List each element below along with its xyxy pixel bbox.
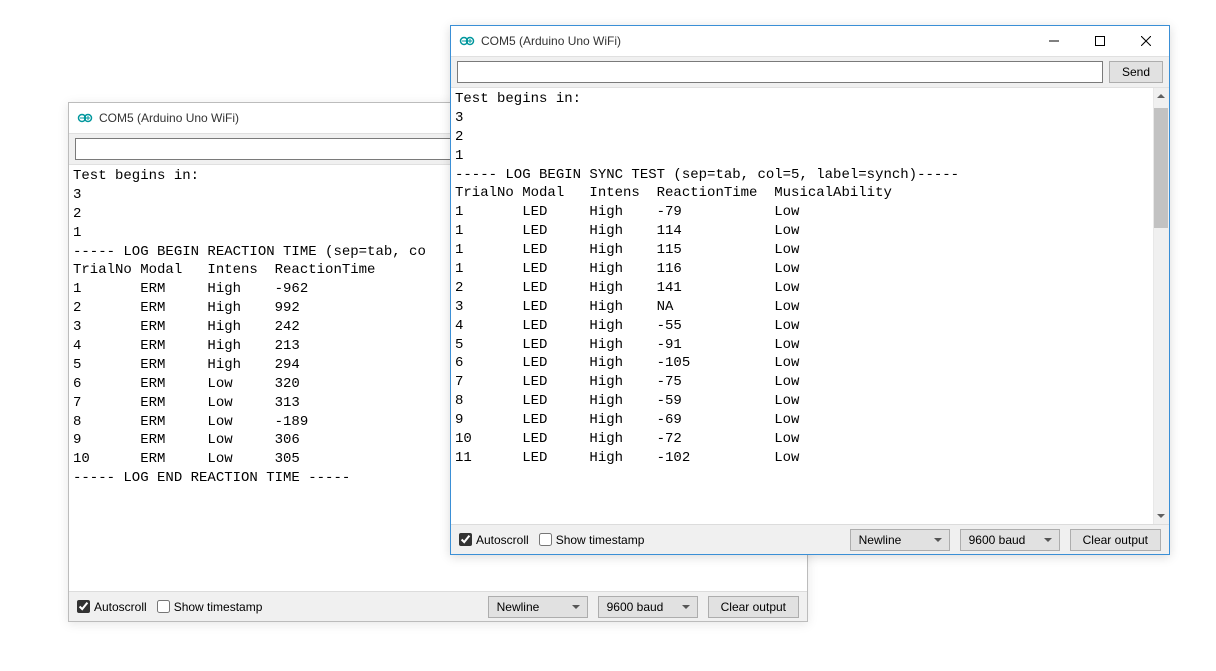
serial-input[interactable] — [457, 61, 1103, 83]
window-title: COM5 (Arduino Uno WiFi) — [99, 111, 239, 125]
serial-console[interactable]: Test begins in: 3 2 1 ----- LOG BEGIN SY… — [451, 88, 1169, 524]
autoscroll-label: Autoscroll — [476, 533, 529, 547]
clear-output-label: Clear output — [721, 600, 786, 614]
send-label: Send — [1122, 65, 1150, 79]
maximize-icon — [1095, 36, 1105, 46]
scrollbar-thumb[interactable] — [1154, 108, 1168, 228]
arduino-icon — [459, 33, 475, 49]
scroll-up-icon[interactable] — [1153, 88, 1169, 104]
timestamp-label: Show timestamp — [556, 533, 645, 547]
minimize-button[interactable] — [1031, 26, 1077, 56]
send-button[interactable]: Send — [1109, 61, 1163, 83]
baud-value: 9600 baud — [969, 533, 1026, 547]
serial-monitor-window-front: COM5 (Arduino Uno WiFi) Send Test begins… — [450, 25, 1170, 555]
bottom-bar: Autoscroll Show timestamp Newline 9600 b… — [69, 591, 807, 621]
timestamp-label: Show timestamp — [174, 600, 263, 614]
clear-output-label: Clear output — [1083, 533, 1148, 547]
clear-output-button[interactable]: Clear output — [1070, 529, 1161, 551]
line-ending-value: Newline — [497, 600, 540, 614]
send-row: Send — [451, 56, 1169, 88]
close-icon — [1141, 36, 1151, 46]
maximize-button[interactable] — [1077, 26, 1123, 56]
baud-value: 9600 baud — [607, 600, 664, 614]
line-ending-select[interactable]: Newline — [488, 596, 588, 618]
clear-output-button[interactable]: Clear output — [708, 596, 799, 618]
scrollbar-track[interactable] — [1153, 88, 1169, 524]
close-button[interactable] — [1123, 26, 1169, 56]
autoscroll-checkbox[interactable]: Autoscroll — [77, 600, 147, 614]
baud-select[interactable]: 9600 baud — [598, 596, 698, 618]
timestamp-checkbox[interactable]: Show timestamp — [539, 533, 645, 547]
scroll-down-icon[interactable] — [1153, 508, 1169, 524]
autoscroll-checkbox[interactable]: Autoscroll — [459, 533, 529, 547]
line-ending-select[interactable]: Newline — [850, 529, 950, 551]
autoscroll-label: Autoscroll — [94, 600, 147, 614]
minimize-icon — [1049, 36, 1059, 46]
timestamp-checkbox[interactable]: Show timestamp — [157, 600, 263, 614]
baud-select[interactable]: 9600 baud — [960, 529, 1060, 551]
line-ending-value: Newline — [859, 533, 902, 547]
bottom-bar: Autoscroll Show timestamp Newline 9600 b… — [451, 524, 1169, 554]
titlebar[interactable]: COM5 (Arduino Uno WiFi) — [451, 26, 1169, 56]
window-title: COM5 (Arduino Uno WiFi) — [481, 34, 621, 48]
arduino-icon — [77, 110, 93, 126]
